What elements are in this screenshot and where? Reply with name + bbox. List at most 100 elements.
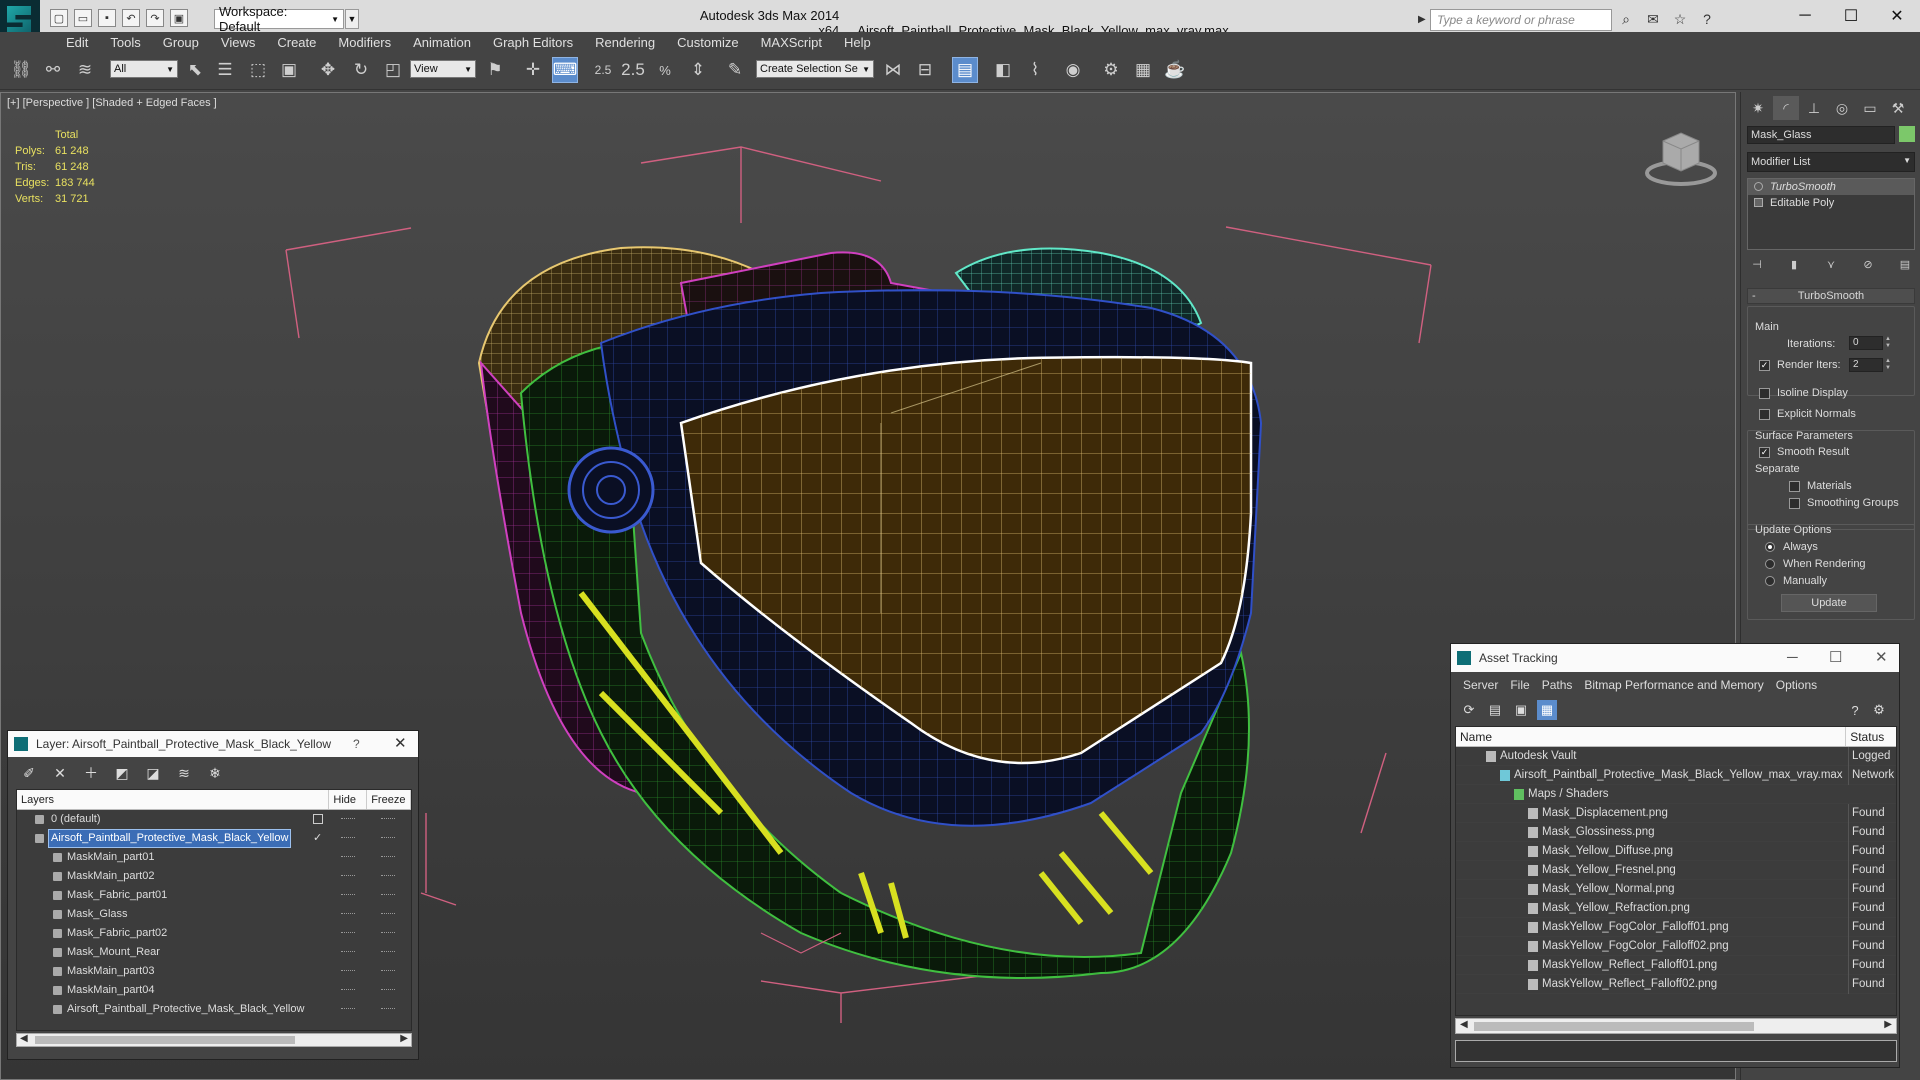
active-layer-check-icon[interactable]: ✓ bbox=[313, 829, 322, 848]
unlink-icon[interactable]: ⚯ bbox=[40, 57, 66, 83]
project-folder-icon[interactable]: ▣ bbox=[170, 9, 188, 27]
freeze-toggle[interactable] bbox=[381, 951, 395, 953]
layer-dialog-titlebar[interactable]: Layer: Airsoft_Paintball_Protective_Mask… bbox=[8, 731, 418, 757]
render-setup-icon[interactable]: ⚙ bbox=[1098, 57, 1124, 83]
align-icon[interactable]: ⊟ bbox=[912, 57, 938, 83]
layer-name[interactable]: 0 (default) bbox=[49, 811, 103, 828]
settings-icon[interactable]: ⚙ bbox=[1869, 700, 1889, 720]
help-icon[interactable]: ? bbox=[353, 731, 360, 757]
freeze-toggle[interactable] bbox=[381, 818, 395, 820]
freeze-all-layers-icon[interactable]: ❄ bbox=[204, 763, 226, 783]
asset-row[interactable]: Autodesk Vault Logged bbox=[1456, 747, 1896, 766]
selection-filter-dropdown[interactable]: All ▼ bbox=[110, 60, 178, 78]
search-input[interactable]: Type a keyword or phrase bbox=[1430, 9, 1612, 31]
hide-column-header[interactable]: Hide bbox=[329, 790, 368, 809]
select-object-icon[interactable]: ⬉ bbox=[182, 57, 208, 83]
asset-horizontal-scrollbar[interactable]: ◀ ▶ bbox=[1455, 1018, 1897, 1034]
status-column-header[interactable]: Status bbox=[1846, 727, 1896, 746]
pivot-center-icon[interactable]: ⚑ bbox=[482, 57, 508, 83]
hide-toggle[interactable] bbox=[341, 875, 355, 877]
current-layer-checkbox[interactable] bbox=[313, 814, 323, 824]
stack-item-turbosmooth[interactable]: TurboSmooth bbox=[1748, 179, 1914, 195]
create-tab-icon[interactable]: ✷ bbox=[1745, 96, 1771, 120]
thumbnail-view-icon[interactable]: ▣ bbox=[1511, 700, 1531, 720]
spinner-arrows-icon[interactable]: ▲ ▼ bbox=[1885, 358, 1893, 372]
percent-snap-icon[interactable]: % bbox=[652, 57, 678, 83]
utilities-tab-icon[interactable]: ⚒ bbox=[1885, 96, 1911, 120]
qat-dropdown-button[interactable]: ▼ bbox=[345, 9, 359, 29]
object-name-field[interactable]: Mask_Glass bbox=[1747, 126, 1895, 144]
hide-toggle[interactable] bbox=[341, 951, 355, 953]
render-iters-spinner[interactable]: 2 bbox=[1849, 358, 1883, 372]
asset-row[interactable]: Mask_Glossiness.png Found bbox=[1456, 823, 1896, 842]
mirror-icon[interactable]: ⋈ bbox=[880, 57, 906, 83]
material-editor-icon[interactable]: ◉ bbox=[1060, 57, 1086, 83]
menu-graph-editors[interactable]: Graph Editors bbox=[482, 34, 584, 52]
asset-row[interactable]: Mask_Yellow_Refraction.png Found bbox=[1456, 899, 1896, 918]
asset-row[interactable]: Mask_Displacement.png Found bbox=[1456, 804, 1896, 823]
layer-row[interactable]: MaskMain_part04 bbox=[17, 981, 411, 1000]
render-iters-checkbox[interactable]: ✓ bbox=[1759, 360, 1770, 371]
menu-maxscript[interactable]: MAXScript bbox=[750, 34, 833, 52]
link-icon[interactable]: ⛓ bbox=[8, 57, 34, 83]
hide-toggle[interactable] bbox=[341, 989, 355, 991]
layer-row[interactable]: Airsoft_Paintball_Protective_Mask_Black_… bbox=[17, 829, 411, 848]
rotate-icon[interactable]: ↻ bbox=[348, 57, 374, 83]
redo-icon[interactable]: ↷ bbox=[146, 9, 164, 27]
maximize-button[interactable]: ☐ bbox=[1829, 644, 1842, 672]
scroll-left-icon[interactable]: ◀ bbox=[1460, 1019, 1468, 1030]
layer-row[interactable]: MaskMain_part01 bbox=[17, 848, 411, 867]
menu-animation[interactable]: Animation bbox=[402, 34, 482, 52]
maximize-button[interactable]: ☐ bbox=[1828, 0, 1874, 32]
hide-toggle[interactable] bbox=[341, 894, 355, 896]
manually-radio[interactable] bbox=[1765, 576, 1775, 586]
menu-modifiers[interactable]: Modifiers bbox=[327, 34, 402, 52]
configure-modifier-sets-icon[interactable]: ▤ bbox=[1895, 256, 1915, 274]
select-in-layer-icon[interactable]: ◩ bbox=[111, 763, 133, 783]
spinner-snap-icon[interactable]: ⇕ bbox=[685, 57, 711, 83]
hide-toggle[interactable] bbox=[341, 970, 355, 972]
asset-dialog-titlebar[interactable]: Asset Tracking ─ ☐ ✕ bbox=[1451, 644, 1899, 672]
asset-menu-paths[interactable]: Paths bbox=[1536, 676, 1579, 694]
minimize-button[interactable]: ─ bbox=[1787, 644, 1798, 672]
close-button[interactable]: ✕ bbox=[1874, 0, 1920, 32]
keyboard-shortcut-override-icon[interactable]: ⌨ bbox=[552, 57, 578, 83]
smooth-result-checkbox[interactable]: ✓ bbox=[1759, 447, 1770, 458]
freeze-toggle[interactable] bbox=[381, 894, 395, 896]
menu-views[interactable]: Views bbox=[210, 34, 266, 52]
hide-toggle[interactable] bbox=[341, 913, 355, 915]
search-expand-icon[interactable]: ▶ bbox=[1418, 9, 1430, 31]
viewport-label[interactable]: [+] [Perspective ] [Shaded + Edged Faces… bbox=[7, 97, 217, 109]
layer-row[interactable]: MaskMain_part03 bbox=[17, 962, 411, 981]
asset-menu-options[interactable]: Options bbox=[1770, 676, 1823, 694]
remove-modifier-icon[interactable]: ⊘ bbox=[1858, 256, 1878, 274]
hide-toggle[interactable] bbox=[341, 932, 355, 934]
make-unique-icon[interactable]: ⋎ bbox=[1821, 256, 1841, 274]
asset-row[interactable]: Maps / Shaders bbox=[1456, 785, 1896, 804]
scale-icon[interactable]: ◰ bbox=[380, 57, 406, 83]
object-color-swatch[interactable] bbox=[1899, 126, 1915, 142]
explicit-normals-checkbox[interactable] bbox=[1759, 409, 1770, 420]
menu-help[interactable]: Help bbox=[833, 34, 882, 52]
layer-row[interactable]: MaskMain_part02 bbox=[17, 867, 411, 886]
asset-row[interactable]: MaskYellow_FogColor_Falloff01.png Found bbox=[1456, 918, 1896, 937]
motion-tab-icon[interactable]: ◎ bbox=[1829, 96, 1855, 120]
table-view-icon[interactable]: ▦ bbox=[1537, 700, 1557, 720]
modifier-list-dropdown[interactable]: Modifier List ▼ bbox=[1747, 152, 1915, 172]
edit-named-selection-icon[interactable]: ✎ bbox=[722, 57, 748, 83]
highlight-layer-icon[interactable]: ◪ bbox=[142, 763, 164, 783]
curve-editor-icon[interactable]: ⌇ bbox=[1022, 57, 1048, 83]
menu-rendering[interactable]: Rendering bbox=[584, 34, 666, 52]
layer-name[interactable]: Mask_Fabric_part01 bbox=[65, 887, 169, 904]
lightbulb-icon[interactable] bbox=[1754, 182, 1763, 191]
freeze-toggle[interactable] bbox=[381, 1008, 395, 1010]
close-button[interactable]: ✕ bbox=[1875, 644, 1888, 672]
freeze-toggle[interactable] bbox=[381, 856, 395, 858]
asset-row[interactable]: Mask_Yellow_Fresnel.png Found bbox=[1456, 861, 1896, 880]
asset-row[interactable]: MaskYellow_FogColor_Falloff02.png Found bbox=[1456, 937, 1896, 956]
scroll-thumb[interactable] bbox=[35, 1036, 295, 1044]
render-production-icon[interactable]: ☕ bbox=[1162, 57, 1188, 83]
viewcube-icon[interactable] bbox=[1641, 123, 1721, 193]
menu-edit[interactable]: Edit bbox=[55, 34, 99, 52]
materials-checkbox[interactable] bbox=[1789, 481, 1800, 492]
